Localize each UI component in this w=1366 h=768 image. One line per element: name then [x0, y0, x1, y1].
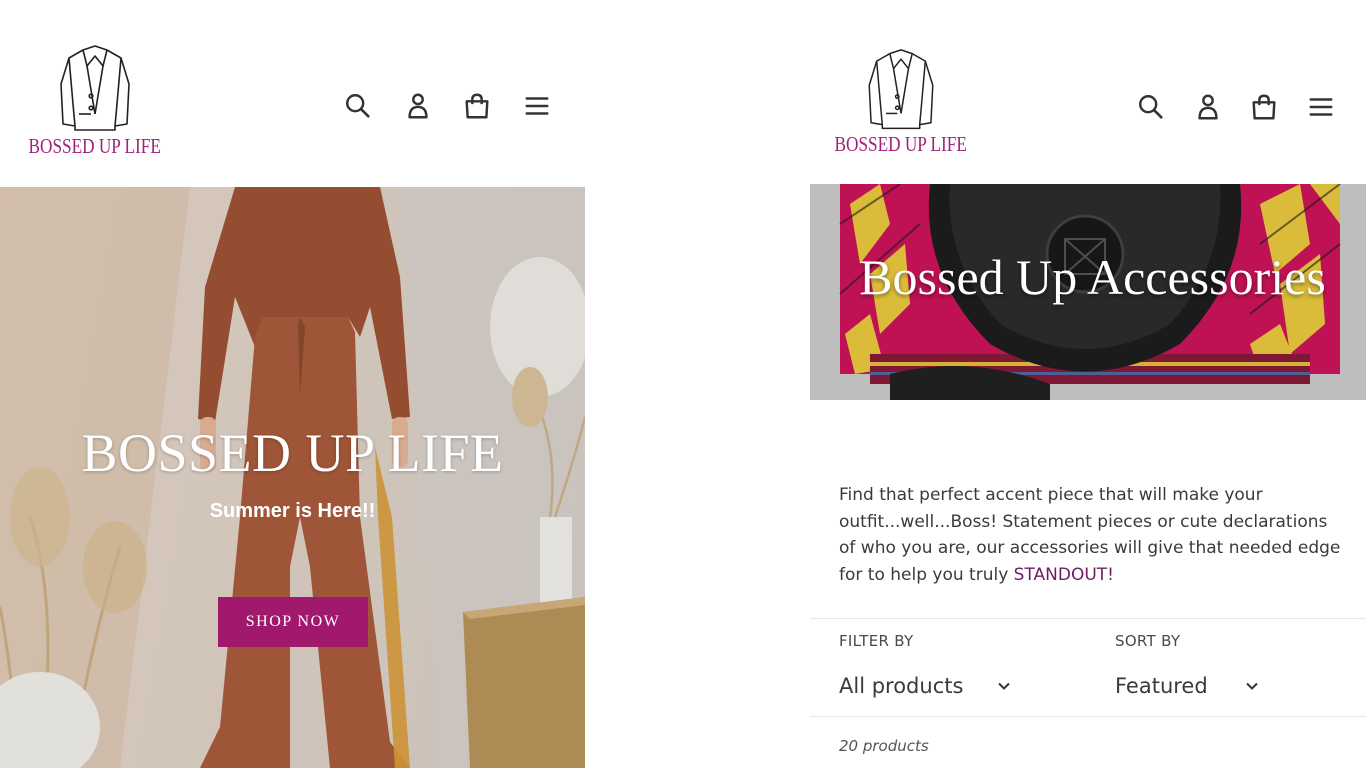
jacket-logo-icon: [60, 45, 130, 131]
jacket-logo-icon: [868, 49, 934, 130]
filter-divider-bottom: [810, 716, 1366, 717]
filter-label: FILTER BY: [839, 632, 914, 650]
hero-title: BOSSED UP LIFE: [81, 423, 504, 483]
sort-value: Featured: [1115, 674, 1208, 698]
brand-logo[interactable]: BOSSED UP LIFE: [28, 44, 162, 159]
menu-icon[interactable]: [520, 89, 554, 123]
hero-subtitle: Summer is Here!!: [209, 500, 376, 522]
filter-select[interactable]: All products: [839, 670, 1014, 702]
filter-value: All products: [839, 674, 964, 698]
collection-page-panel: BOSSED UP LIFE Bossed Up Accessories Fin…: [810, 0, 1366, 768]
brand-name: BOSSED UP LIFE: [28, 134, 162, 158]
brand-logo[interactable]: BOSSED UP LIFE: [834, 48, 968, 157]
collection-title: Bossed Up Accessories: [859, 249, 1326, 305]
menu-icon[interactable]: [1304, 90, 1338, 124]
sort-label: SORT BY: [1115, 632, 1181, 650]
search-icon[interactable]: [341, 89, 375, 123]
collection-description: Find that perfect accent piece that will…: [839, 482, 1349, 588]
account-icon[interactable]: [1191, 90, 1225, 124]
cart-icon[interactable]: [460, 89, 494, 123]
product-count: 20 products: [839, 737, 929, 755]
shop-now-button[interactable]: SHOP NOW: [218, 597, 368, 647]
home-page-panel: BOSSED UP LIFE BOSSED UP LIFE Summer is …: [0, 0, 585, 768]
account-icon[interactable]: [401, 89, 435, 123]
chevron-down-icon: [1246, 682, 1258, 690]
filter-divider-top: [810, 618, 1366, 619]
sort-select[interactable]: Featured: [1115, 670, 1265, 702]
brand-name: BOSSED UP LIFE: [834, 132, 968, 156]
collection-description-highlight: STANDOUT!: [1013, 564, 1114, 585]
search-icon[interactable]: [1134, 90, 1168, 124]
chevron-down-icon: [998, 682, 1010, 690]
cart-icon[interactable]: [1247, 90, 1281, 124]
